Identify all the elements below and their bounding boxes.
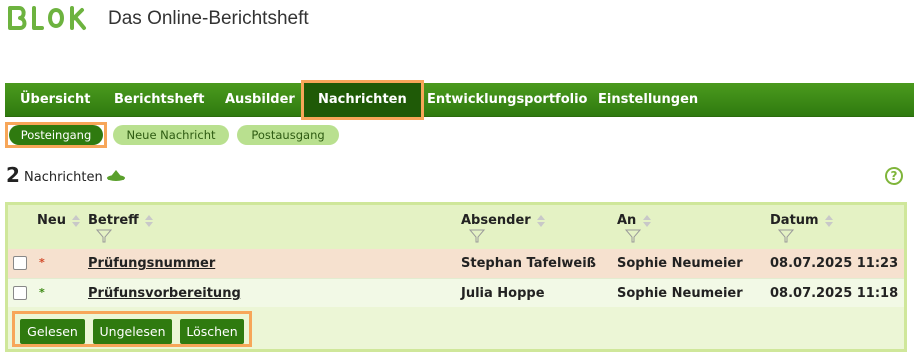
subject-link[interactable]: Prüfungsnummer: [88, 256, 215, 271]
nav-berichtsheft[interactable]: Berichtsheft: [114, 83, 204, 117]
tab-posteingang[interactable]: Posteingang: [9, 125, 103, 145]
main-navigation: Übersicht Berichtsheft Ausbilder Nachric…: [5, 80, 914, 120]
column-an-label: An: [617, 213, 637, 228]
help-icon[interactable]: ?: [885, 167, 903, 185]
new-indicator: *: [39, 256, 45, 269]
message-count-number: 2: [6, 163, 20, 187]
column-absender-label: Absender: [461, 213, 531, 228]
column-neu[interactable]: Neu: [37, 213, 81, 228]
table-row[interactable]: * Prüfunsvorbereitung Julia Hoppe Sophie…: [8, 278, 904, 307]
app-title: Das Online-Berichtsheft: [108, 8, 309, 29]
column-betreff[interactable]: Betreff: [88, 213, 154, 228]
bulk-actions: Gelesen Ungelesen Löschen: [12, 311, 252, 347]
blok-logo[interactable]: [6, 4, 94, 32]
filter-icon[interactable]: [96, 229, 112, 243]
nav-nachrichten[interactable]: Nachrichten: [301, 80, 424, 120]
page-header: Das Online-Berichtsheft: [0, 0, 918, 60]
mark-unread-button[interactable]: Ungelesen: [93, 319, 172, 344]
nav-uebersicht[interactable]: Übersicht: [20, 83, 90, 117]
recipient: Sophie Neumeier: [617, 286, 743, 301]
column-an[interactable]: An: [617, 213, 651, 228]
nav-einstellungen[interactable]: Einstellungen: [598, 83, 698, 117]
tab-postausgang[interactable]: Postausgang: [237, 125, 339, 145]
column-datum[interactable]: Datum: [770, 213, 834, 228]
sort-icon[interactable]: [145, 214, 154, 227]
delete-button[interactable]: Löschen: [180, 319, 244, 344]
sender: Stephan Tafelweiß: [461, 256, 597, 271]
table-header: Neu Betreff Absender An Datum: [8, 205, 904, 249]
nav-entwicklungsportfolio[interactable]: Entwicklungsportfolio: [427, 83, 587, 117]
new-indicator: *: [39, 286, 45, 299]
column-datum-label: Datum: [770, 213, 819, 228]
message-count: 2 Nachrichten: [6, 163, 306, 187]
filter-icon[interactable]: [625, 229, 641, 243]
messages-table: Neu Betreff Absender An Datum * Prüfungs…: [5, 202, 907, 352]
sender: Julia Hoppe: [461, 286, 545, 301]
message-count-label: Nachrichten: [24, 170, 103, 185]
filter-icon[interactable]: [778, 229, 794, 243]
subject-link[interactable]: Prüfunsvorbereitung: [88, 286, 241, 301]
date: 08.07.2025 11:18: [770, 286, 899, 301]
sub-navigation: Posteingang Neue Nachricht Postausgang: [5, 122, 405, 148]
sort-icon[interactable]: [825, 214, 834, 227]
tab-neue-nachricht[interactable]: Neue Nachricht: [113, 125, 229, 145]
column-neu-label: Neu: [37, 213, 66, 228]
mark-read-button[interactable]: Gelesen: [20, 319, 85, 344]
cloud-icon[interactable]: [106, 167, 126, 181]
sort-icon[interactable]: [642, 214, 651, 227]
recipient: Sophie Neumeier: [617, 256, 743, 271]
date: 08.07.2025 11:23: [770, 256, 899, 271]
row-checkbox[interactable]: [13, 286, 27, 300]
column-absender[interactable]: Absender: [461, 213, 546, 228]
filter-icon[interactable]: [469, 229, 485, 243]
row-checkbox[interactable]: [13, 256, 27, 270]
sort-icon[interactable]: [72, 214, 81, 227]
nav-ausbilder[interactable]: Ausbilder: [225, 83, 295, 117]
sort-icon[interactable]: [537, 214, 546, 227]
table-row[interactable]: * Prüfungsnummer Stephan Tafelweiß Sophi…: [8, 249, 904, 278]
column-betreff-label: Betreff: [88, 213, 139, 228]
